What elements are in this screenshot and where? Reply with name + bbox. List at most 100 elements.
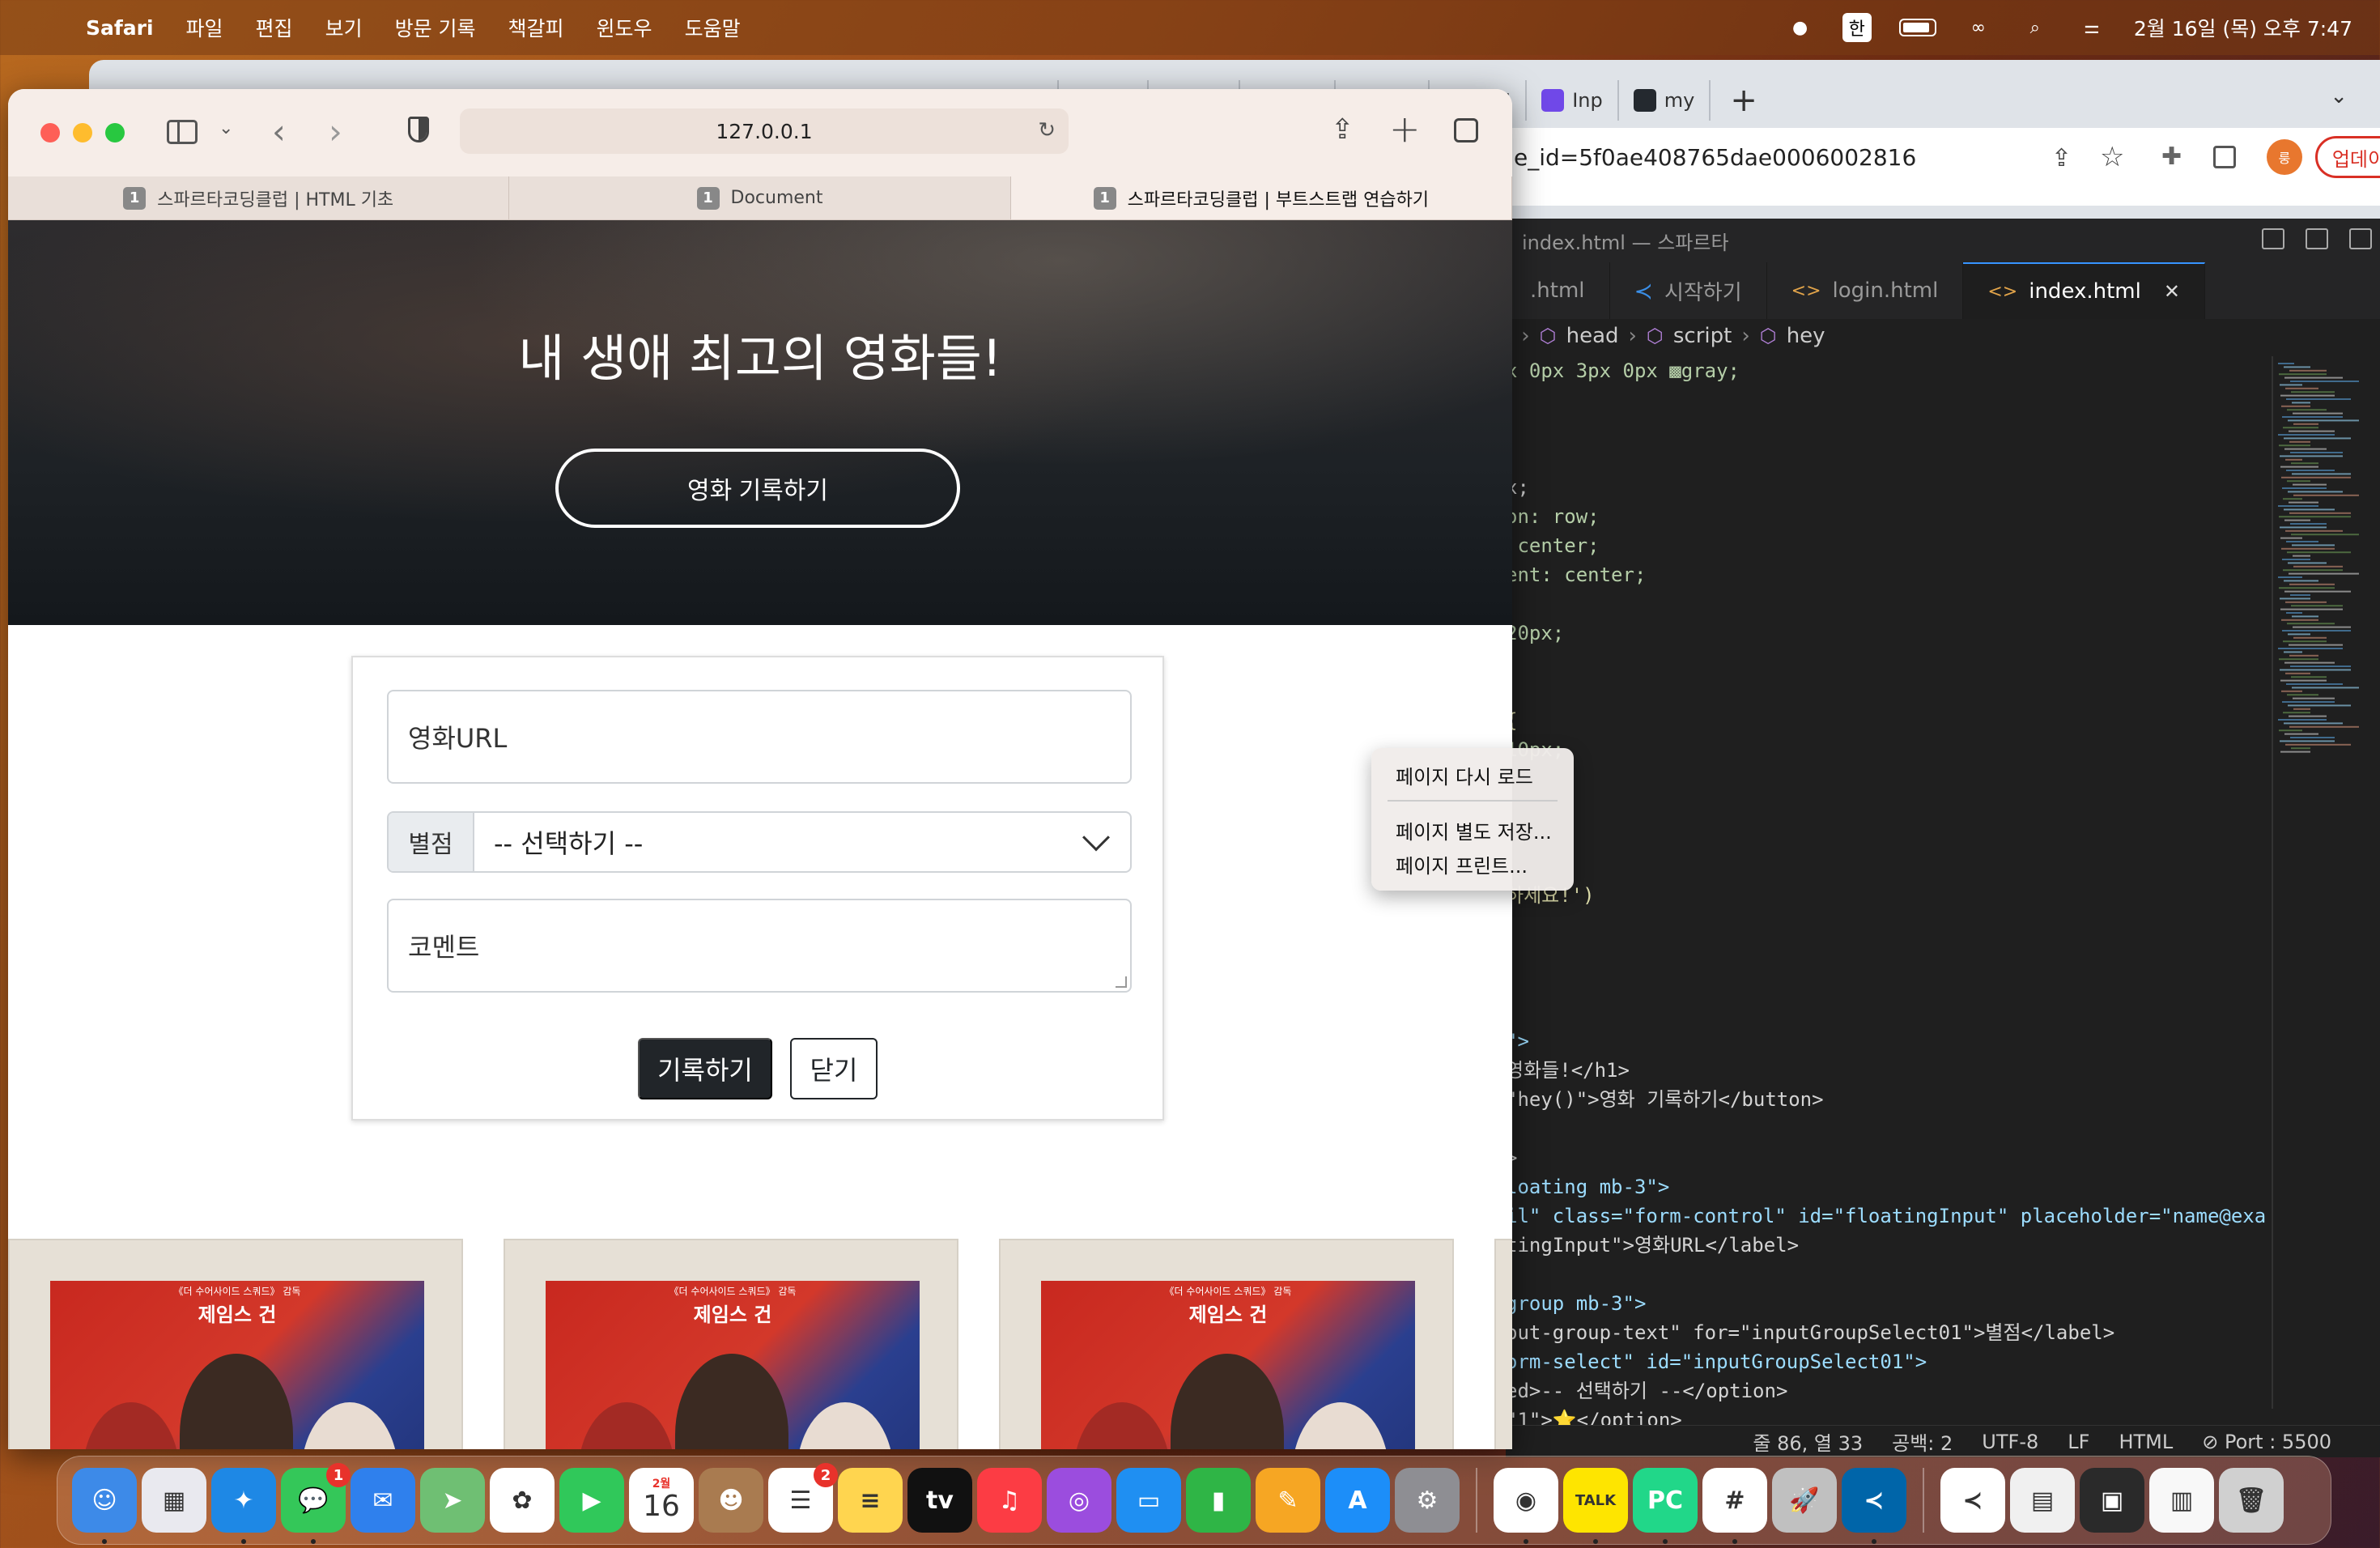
slack-icon[interactable]: # (1702, 1468, 1767, 1544)
code-line[interactable] (1506, 910, 2283, 939)
code-editor[interactable]: x 0px 3px 0px ▩gray; x; on: row; center; en… (1506, 356, 2283, 1435)
toggle-panel-icon[interactable] (2306, 228, 2328, 249)
menu-help[interactable]: 도움말 (685, 13, 741, 42)
doc-window-icon[interactable]: ▤ (2010, 1468, 2075, 1533)
code-line[interactable]: x 0px 3px 0px ▩gray; (1506, 356, 2283, 385)
menu-edit[interactable]: 편집 (256, 13, 293, 42)
code-line[interactable]: 20px; (1506, 619, 2283, 648)
code-line[interactable]: "hey()">영화 기록하기</button> (1506, 1085, 2283, 1114)
status-cursor-position[interactable]: 줄 86, 열 33 (1753, 1427, 1863, 1456)
system-settings-icon[interactable]: ⚙ (1395, 1468, 1460, 1533)
breadcrumb-item[interactable]: script (1673, 324, 1732, 348)
tab-bootstrap-practice[interactable]: 1 스파르타코딩클럽 | 부트스트랩 연습하기 (1010, 176, 1512, 219)
app-store-icon[interactable]: A (1325, 1468, 1390, 1533)
keynote-icon[interactable]: ▭ (1116, 1468, 1181, 1533)
terminal-window-icon[interactable]: ▣ (2080, 1468, 2144, 1533)
menu-history[interactable]: 방문 기록 (395, 13, 476, 42)
link-icon[interactable]: ∞ (1964, 15, 1993, 40)
menubar-clock[interactable]: 2월 16일 (목) 오후 7:47 (2134, 13, 2352, 42)
vscode-tab-getting-started[interactable]: ≺ 시작하기 (1610, 262, 1767, 319)
zoom-window-button[interactable] (105, 123, 125, 142)
chrome-tab[interactable]: my (1619, 80, 1711, 121)
menu-view[interactable]: 보기 (325, 13, 363, 42)
record-movie-button[interactable]: 영화 기록하기 (555, 449, 960, 528)
numbers-icon[interactable]: ▮ (1186, 1468, 1251, 1533)
menu-item-reload[interactable]: 페이지 다시 로드 (1396, 761, 1533, 789)
close-icon[interactable]: ✕ (2164, 280, 2180, 303)
code-line[interactable] (1506, 852, 2283, 881)
back-icon[interactable]: ‹ (272, 112, 286, 151)
rating-select[interactable]: -- 선택하기 -- (474, 823, 1086, 861)
messages-icon[interactable]: 💬 1 (281, 1463, 351, 1544)
status-eol[interactable]: LF (2068, 1431, 2089, 1453)
code-line[interactable] (1506, 997, 2283, 1027)
breadcrumb-item[interactable]: hey (1787, 324, 1825, 348)
movie-card[interactable]: 《더 수어사이드 스쿼드》 감독 제임스 건 (999, 1239, 1454, 1449)
code-line[interactable] (1506, 764, 2283, 793)
new-tab-icon[interactable]: + (1389, 107, 1421, 151)
code-line[interactable] (1506, 939, 2283, 968)
control-center-icon[interactable]: ⚌ (2077, 15, 2106, 40)
sidebar-icon[interactable] (167, 120, 198, 144)
code-line[interactable] (1506, 415, 2283, 444)
movie-card-partial[interactable] (1494, 1239, 1512, 1449)
code-line[interactable]: { (1506, 706, 2283, 735)
save-button[interactable]: 기록하기 (638, 1038, 772, 1099)
code-line[interactable]: center; (1506, 531, 2283, 560)
vscode-tab-login[interactable]: <> login.html (1767, 262, 1964, 319)
code-line[interactable]: 영화들!</h1> (1506, 1056, 2283, 1085)
search-icon[interactable]: ⌕ (2021, 15, 2050, 40)
movie-url-input[interactable]: 영화URL (387, 690, 1132, 784)
trash-icon[interactable]: 🗑 (2219, 1468, 2284, 1533)
apple-icon[interactable] (32, 14, 57, 41)
close-button[interactable]: 닫기 (790, 1038, 878, 1099)
code-line[interactable]: ed>-- 선택하기 --</option> (1506, 1376, 2283, 1406)
code-line[interactable] (1506, 968, 2283, 997)
new-tab-icon[interactable]: + (1730, 82, 1757, 119)
chevron-down-icon[interactable]: ⌄ (219, 118, 233, 138)
reload-icon[interactable]: ↻ (1038, 118, 1056, 142)
chrome-icon[interactable]: ◉ (1494, 1468, 1558, 1544)
status-indentation[interactable]: 공백: 2 (1892, 1427, 1953, 1456)
code-line[interactable] (1506, 444, 2283, 473)
mail-icon[interactable]: ✉ (351, 1468, 415, 1533)
code-line[interactable] (1506, 793, 2283, 823)
menu-bookmarks[interactable]: 책갈피 (508, 13, 564, 42)
editor-scrollbar[interactable] (2272, 356, 2273, 1409)
pycharm-icon[interactable]: PC (1633, 1468, 1698, 1544)
input-source-indicator[interactable]: 한 (1842, 13, 1872, 42)
code-line[interactable]: group mb-3"> (1506, 1289, 2283, 1318)
tv-icon[interactable]: tv (907, 1468, 972, 1533)
toggle-sidebar-icon[interactable] (2262, 228, 2284, 249)
menu-item-save-as[interactable]: 페이지 별도 저장... (1396, 816, 1552, 844)
movie-card[interactable]: 《더 수어사이드 스쿼드》 감독 제임스 건 (8, 1239, 463, 1449)
notification-app-icon[interactable]: ● (1786, 15, 1815, 40)
address-bar[interactable]: 127.0.0.1 ↻ (460, 108, 1069, 154)
podcasts-icon[interactable]: ◎ (1047, 1468, 1111, 1533)
facetime-icon[interactable]: ▶ (559, 1468, 624, 1533)
photos-icon[interactable]: ✿ (490, 1468, 555, 1533)
code-line[interactable]: x; (1506, 473, 2283, 502)
code-line[interactable] (1506, 589, 2283, 619)
code-line[interactable]: 하세요!') (1506, 881, 2283, 910)
code-line[interactable] (1506, 648, 2283, 677)
close-window-button[interactable] (40, 123, 60, 142)
minimize-window-button[interactable] (73, 123, 92, 142)
menubar-app-name[interactable]: Safari (86, 16, 154, 40)
rocket-icon[interactable]: 🚀 (1772, 1468, 1837, 1533)
notes-icon[interactable]: ≡ (838, 1468, 903, 1533)
status-language[interactable]: HTML (2119, 1431, 2173, 1453)
code-line[interactable] (1506, 385, 2283, 415)
code-line[interactable]: put-group-text" for="inputGroupSelect01"… (1506, 1318, 2283, 1347)
movie-card[interactable]: 《더 수어사이드 스쿼드》 감독 제임스 건 (504, 1239, 958, 1449)
finder-icon[interactable]: ☺ (72, 1468, 137, 1544)
launchpad-icon[interactable]: ▦ (142, 1468, 206, 1533)
chrome-tab[interactable]: Inp (1527, 80, 1619, 121)
avatar[interactable]: 룽 (2267, 139, 2302, 175)
code-line[interactable]: loating mb-3"> (1506, 1172, 2283, 1201)
pages-icon[interactable]: ✎ (1256, 1468, 1320, 1533)
update-button[interactable]: 업데이트⋮ (2315, 136, 2380, 178)
privacy-shield-icon[interactable] (408, 117, 429, 142)
chrome-url-text[interactable]: e_id=5f0ae408765dae0006002816 (1514, 144, 1916, 171)
music-icon[interactable]: ♫ (977, 1468, 1042, 1533)
